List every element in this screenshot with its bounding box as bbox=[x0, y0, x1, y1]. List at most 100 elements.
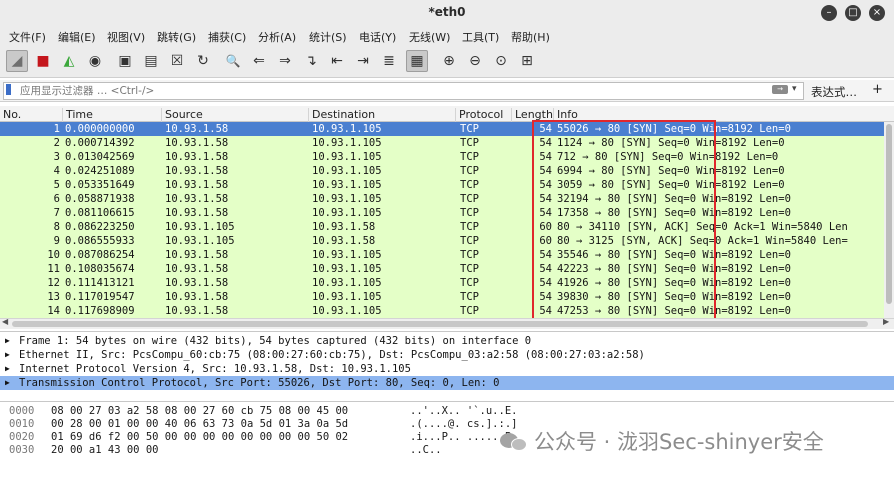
menu-view[interactable]: 视图(V) bbox=[107, 29, 145, 45]
expand-arrow-icon[interactable]: ▶ bbox=[5, 376, 10, 390]
packet-list-vscroll[interactable] bbox=[884, 122, 894, 318]
packet-destination: 10.93.1.58 bbox=[312, 221, 376, 233]
packet-protocol: TCP bbox=[460, 249, 479, 261]
stop-square-icon[interactable]: ■ bbox=[32, 50, 54, 72]
packet-row[interactable]: 12 0.111413121 10.93.1.58 10.93.1.105 TCP 54 4… bbox=[0, 276, 884, 290]
col-header-protocol[interactable]: Protocol bbox=[455, 108, 503, 122]
packet-protocol: TCP bbox=[460, 221, 479, 233]
restart-fin-icon[interactable]: ◭ bbox=[58, 50, 80, 72]
bytes-row[interactable]: 0000 08 00 27 03 a2 58 08 00 27 60 cb 75… bbox=[0, 405, 894, 418]
menu-capture[interactable]: 捕获(C) bbox=[208, 29, 246, 45]
display-filter-input[interactable]: 应用显示过滤器 … <Ctrl-/> bbox=[3, 82, 804, 100]
packet-no: 7 bbox=[53, 207, 60, 219]
menu-help[interactable]: 帮助(H) bbox=[511, 29, 550, 45]
bytes-ascii: ..'..X.. '`.u..E. bbox=[410, 405, 518, 417]
reload-icon[interactable]: ↻ bbox=[192, 50, 214, 72]
minimize-icon[interactable]: – bbox=[821, 5, 837, 21]
vscroll-thumb[interactable] bbox=[886, 124, 892, 304]
title-bar: *eth0 – □ × bbox=[0, 0, 894, 26]
maximize-icon[interactable]: □ bbox=[845, 5, 861, 21]
zoom-in-icon[interactable]: ⊕ bbox=[438, 50, 460, 72]
packet-row[interactable]: 14 0.117698909 10.93.1.58 10.93.1.105 TCP 54 4… bbox=[0, 304, 884, 318]
filter-bookmark-icon[interactable] bbox=[6, 84, 11, 95]
packet-row[interactable]: 8 0.086223250 10.93.1.105 10.93.1.58 TCP 60 80… bbox=[0, 220, 884, 234]
packet-source: 10.93.1.58 bbox=[165, 193, 229, 205]
packet-protocol: TCP bbox=[460, 277, 479, 289]
packet-row[interactable]: 11 0.108035674 10.93.1.58 10.93.1.105 TCP 54 4… bbox=[0, 262, 884, 276]
packet-row[interactable]: 3 0.013042569 10.93.1.58 10.93.1.105 TCP 54 71… bbox=[0, 150, 884, 164]
go-to-packet-icon[interactable]: ↴ bbox=[300, 50, 322, 72]
col-header-source[interactable]: Source bbox=[161, 108, 203, 122]
detail-row-ipv4[interactable]: ▶ Internet Protocol Version 4, Src: 10.9… bbox=[0, 362, 894, 376]
packet-row[interactable]: 9 0.086555933 10.93.1.105 10.93.1.58 TCP 60 80… bbox=[0, 234, 884, 248]
menu-go[interactable]: 跳转(G) bbox=[157, 29, 196, 45]
add-filter-button[interactable]: + bbox=[872, 82, 883, 97]
close-icon[interactable]: × bbox=[869, 5, 885, 21]
packet-no: 6 bbox=[53, 193, 60, 205]
packet-details-pane: ▶ Frame 1: 54 bytes on wire (432 bits), … bbox=[0, 331, 894, 401]
detail-row-ethernet[interactable]: ▶ Ethernet II, Src: PcsCompu_60:cb:75 (0… bbox=[0, 348, 894, 362]
expression-button[interactable]: 表达式… bbox=[811, 84, 857, 100]
col-header-no[interactable]: No. bbox=[0, 108, 21, 122]
packet-list-hscroll[interactable]: ◀ ▶ bbox=[0, 317, 894, 329]
hscroll-thumb[interactable] bbox=[12, 321, 868, 327]
go-forward-arrow-icon[interactable]: ⇒ bbox=[274, 50, 296, 72]
packet-row[interactable]: 2 0.000714392 10.93.1.58 10.93.1.105 TCP 54 11… bbox=[0, 136, 884, 150]
packet-time: 0.108035674 bbox=[65, 263, 135, 275]
save-file-icon[interactable]: ▤ bbox=[140, 50, 162, 72]
col-header-time[interactable]: Time bbox=[62, 108, 93, 122]
packet-row[interactable]: 10 0.087086254 10.93.1.58 10.93.1.105 TCP 54 3… bbox=[0, 248, 884, 262]
close-file-icon[interactable]: ☒ bbox=[166, 50, 188, 72]
shark-fin-start-icon[interactable]: ◢ bbox=[6, 50, 28, 72]
packet-source: 10.93.1.58 bbox=[165, 165, 229, 177]
first-packet-icon[interactable]: ⇤ bbox=[326, 50, 348, 72]
menu-wireless[interactable]: 无线(W) bbox=[409, 29, 450, 45]
expand-arrow-icon[interactable]: ▶ bbox=[5, 348, 10, 362]
colorize-lines-icon[interactable]: ▦ bbox=[406, 50, 428, 72]
menu-tools[interactable]: 工具(T) bbox=[462, 29, 499, 45]
menu-analyze[interactable]: 分析(A) bbox=[258, 29, 296, 45]
last-packet-icon[interactable]: ⇥ bbox=[352, 50, 374, 72]
packet-protocol: TCP bbox=[460, 137, 479, 149]
expand-arrow-icon[interactable]: ▶ bbox=[5, 362, 10, 376]
packet-row[interactable]: 6 0.058871938 10.93.1.58 10.93.1.105 TCP 54 32… bbox=[0, 192, 884, 206]
packet-protocol: TCP bbox=[460, 151, 479, 163]
display-filter-bar: 应用显示过滤器 … <Ctrl-/> → ▾ 表达式… + bbox=[0, 80, 894, 102]
packet-time: 0.024251089 bbox=[65, 165, 135, 177]
expand-arrow-icon[interactable]: ▶ bbox=[5, 334, 10, 348]
col-header-destination[interactable]: Destination bbox=[308, 108, 375, 122]
packet-time: 0.086223250 bbox=[65, 221, 135, 233]
scroll-left-icon[interactable]: ◀ bbox=[2, 317, 8, 326]
zoom-out-icon[interactable]: ⊖ bbox=[464, 50, 486, 72]
packet-row[interactable]: 4 0.024251089 10.93.1.58 10.93.1.105 TCP 54 69… bbox=[0, 164, 884, 178]
menu-edit[interactable]: 编辑(E) bbox=[58, 29, 96, 45]
scroll-right-icon[interactable]: ▶ bbox=[883, 317, 889, 326]
packet-time: 0.111413121 bbox=[65, 277, 135, 289]
filter-history-dropdown-icon[interactable]: ▾ bbox=[792, 84, 797, 94]
packet-row[interactable]: 1 0.000000000 10.93.1.58 10.93.1.105 TCP 54 55… bbox=[0, 122, 884, 136]
packet-row[interactable]: 5 0.053351649 10.93.1.58 10.93.1.105 TCP 54 30… bbox=[0, 178, 884, 192]
packet-destination: 10.93.1.105 bbox=[312, 193, 382, 205]
open-folder-icon[interactable]: ▣ bbox=[114, 50, 136, 72]
info-highlight-box bbox=[532, 120, 716, 320]
packet-row[interactable]: 7 0.081106615 10.93.1.58 10.93.1.105 TCP 54 17… bbox=[0, 206, 884, 220]
capture-options-gear-icon[interactable]: ◉ bbox=[84, 50, 106, 72]
packet-row[interactable]: 13 0.117019547 10.93.1.58 10.93.1.105 TCP 54 3… bbox=[0, 290, 884, 304]
packet-source: 10.93.1.58 bbox=[165, 137, 229, 149]
apply-filter-arrow-icon[interactable]: → bbox=[772, 85, 788, 94]
packet-protocol: TCP bbox=[460, 123, 479, 135]
packet-destination: 10.93.1.58 bbox=[312, 235, 376, 247]
go-back-arrow-icon[interactable]: ⇐ bbox=[248, 50, 270, 72]
resize-columns-icon[interactable]: ⊞ bbox=[516, 50, 538, 72]
menu-statistics[interactable]: 统计(S) bbox=[309, 29, 347, 45]
packet-time: 0.117019547 bbox=[65, 291, 135, 303]
detail-row-tcp[interactable]: ▶ Transmission Control Protocol, Src Por… bbox=[0, 376, 894, 390]
menu-telephony[interactable]: 电话(Y) bbox=[359, 29, 396, 45]
packet-no: 10 bbox=[47, 249, 60, 261]
menu-file[interactable]: 文件(F) bbox=[9, 29, 46, 45]
zoom-normal-icon[interactable]: ⊙ bbox=[490, 50, 512, 72]
detail-row-frame[interactable]: ▶ Frame 1: 54 bytes on wire (432 bits), … bbox=[0, 334, 894, 348]
find-magnifier-icon[interactable]: 🔍 bbox=[222, 50, 244, 72]
bytes-hex: 20 00 a1 43 00 00 bbox=[51, 444, 159, 456]
auto-scroll-icon[interactable]: ≣ bbox=[378, 50, 400, 72]
